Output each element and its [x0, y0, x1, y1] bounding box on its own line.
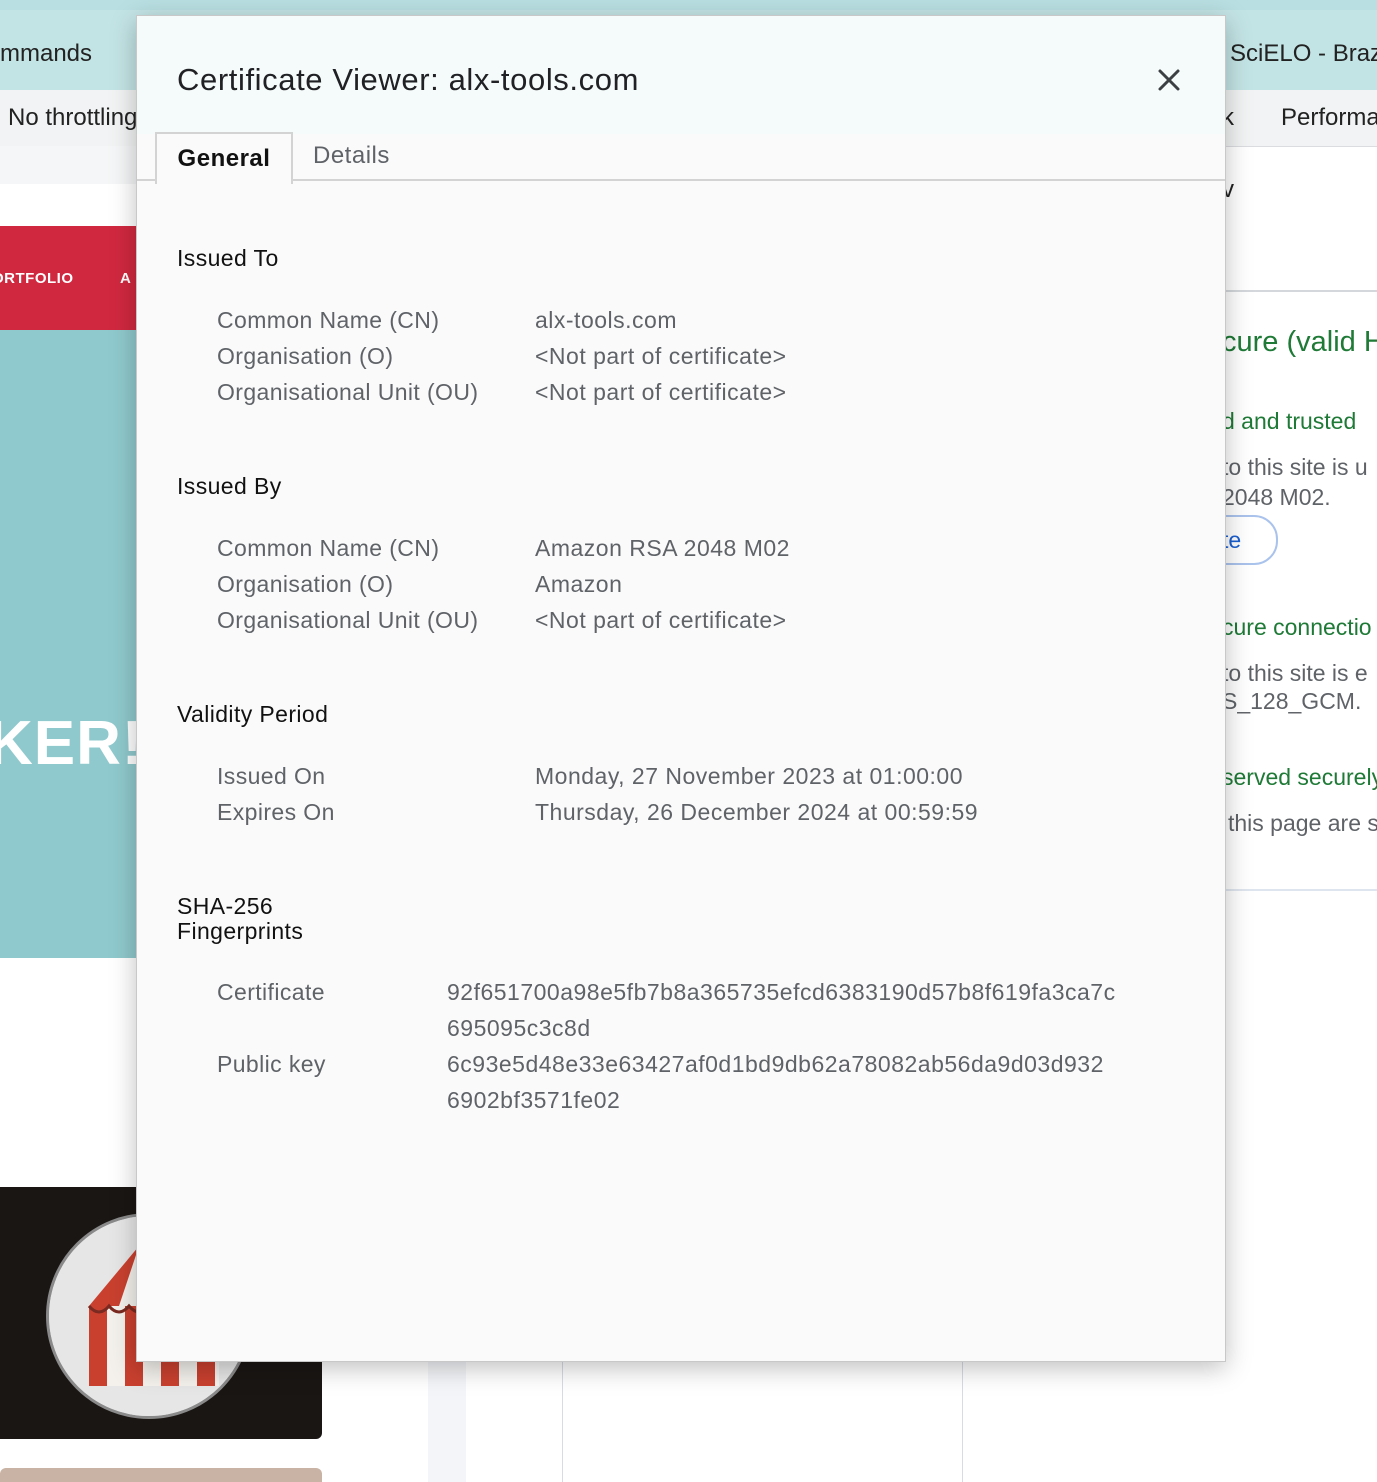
certificate-fingerprint-label: Certificate [217, 979, 325, 1005]
certificate-viewer-dialog: Certificate Viewer: alx-tools.com Genera… [136, 15, 1226, 1362]
public-key-fingerprint-value: 6c93e5d48e33e63427af0d1bd9db62a78082ab56… [447, 1051, 1104, 1077]
browser-tab-commands[interactable]: mmands [0, 40, 92, 68]
issued-by-ou-value: <Not part of certificate> [535, 607, 787, 633]
devtools-tab-performance[interactable]: Performa [1281, 104, 1377, 132]
issued-by-ou-label: Organisational Unit (OU) [217, 607, 479, 633]
panel-divider [562, 1360, 563, 1482]
security-cert-heading: d and trusted [1222, 408, 1357, 434]
site-card-beige [0, 1468, 322, 1482]
public-key-fingerprint-value: 6902bf3571fe02 [447, 1087, 621, 1113]
issued-by-cn-label: Common Name (CN) [217, 535, 440, 561]
issued-by-heading: Issued By [177, 473, 282, 499]
issued-by-cn-value: Amazon RSA 2048 M02 [535, 535, 790, 561]
issued-on-label: Issued On [217, 763, 326, 789]
security-divider [1224, 889, 1377, 891]
security-connection-text: S_128_GCM. [1222, 688, 1362, 714]
tab-strip-border [137, 179, 1225, 181]
browser-tab-scielo[interactable]: SciELO - Braz [1230, 40, 1377, 68]
security-resources-heading: served securely [1222, 764, 1377, 790]
tab-general[interactable]: General [155, 132, 293, 184]
public-key-fingerprint-label: Public key [217, 1051, 326, 1077]
browser-top-strip [0, 0, 1377, 10]
issued-by-o-label: Organisation (O) [217, 571, 394, 597]
security-connection-heading: cure connectio [1222, 614, 1372, 640]
issued-to-heading: Issued To [177, 245, 279, 271]
site-nav-portfolio[interactable]: ORTFOLIO [0, 270, 74, 287]
validity-heading: Validity Period [177, 701, 329, 727]
expires-on-value: Thursday, 26 December 2024 at 00:59:59 [535, 799, 979, 825]
issued-to-cn-value: alx-tools.com [535, 307, 677, 333]
dialog-title: Certificate Viewer: alx-tools.com [177, 62, 639, 97]
panel-column [428, 1360, 466, 1482]
tab-details[interactable]: Details [313, 132, 390, 180]
panel-divider [962, 1360, 963, 1482]
fingerprints-heading: SHA-256 [177, 893, 274, 919]
site-hero-banner [0, 330, 136, 958]
fingerprints-heading: Fingerprints [177, 918, 304, 944]
site-nav-item[interactable]: A [120, 270, 131, 287]
security-cert-text: to this site is u [1222, 454, 1368, 480]
security-divider [1224, 290, 1377, 292]
issued-on-value: Monday, 27 November 2023 at 01:00:00 [535, 763, 964, 789]
issued-by-o-value: Amazon [535, 571, 623, 597]
issued-to-cn-label: Common Name (CN) [217, 307, 440, 333]
close-icon[interactable] [1153, 64, 1185, 96]
security-resources-text: this page are s [1228, 810, 1377, 836]
certificate-fingerprint-value: 695095c3c8d [447, 1015, 591, 1041]
site-hero-text: KER! [0, 709, 144, 778]
site-header-strip [0, 146, 136, 184]
certificate-fingerprint-value: 92f651700a98e5fb7b8a365735efcd6383190d57… [447, 979, 1116, 1005]
throttling-select[interactable]: No throttling [8, 104, 137, 132]
security-cert-text: 2048 M02. [1222, 484, 1331, 510]
security-summary-title: cure (valid H [1222, 326, 1377, 358]
issued-to-ou-label: Organisational Unit (OU) [217, 379, 479, 405]
expires-on-label: Expires On [217, 799, 335, 825]
issued-to-o-label: Organisation (O) [217, 343, 394, 369]
issued-to-o-value: <Not part of certificate> [535, 343, 787, 369]
security-connection-text: to this site is e [1222, 660, 1368, 686]
issued-to-ou-value: <Not part of certificate> [535, 379, 787, 405]
